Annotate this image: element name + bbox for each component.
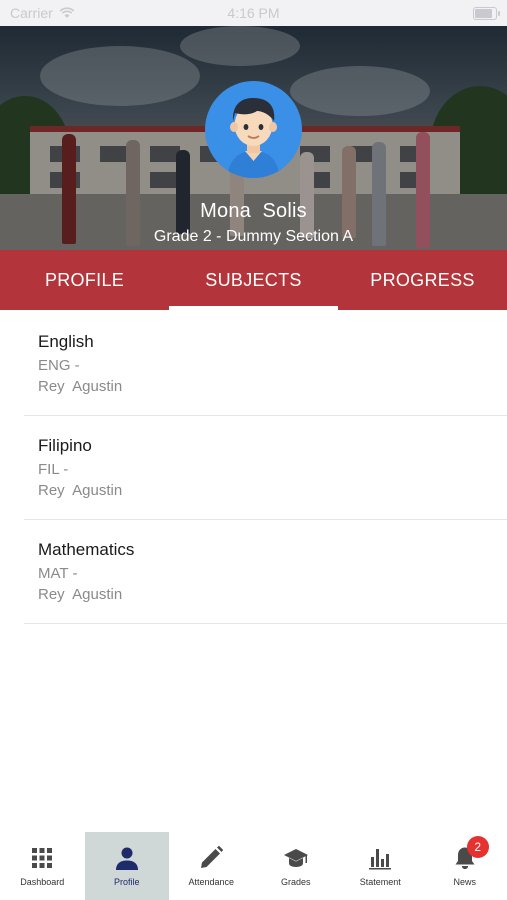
- tab-progress[interactable]: PROGRESS: [338, 250, 507, 310]
- status-bar: Carrier 4:16 PM: [0, 0, 507, 26]
- tab-subjects[interactable]: SUBJECTS: [169, 250, 338, 310]
- nav-profile[interactable]: Profile: [84, 832, 169, 900]
- nav-dashboard[interactable]: Dashboard: [0, 832, 85, 900]
- subject-list: English ENG - Rey Agustin Filipino FIL -…: [0, 312, 507, 624]
- nav-label: Grades: [280, 877, 311, 887]
- wifi-icon: [59, 7, 75, 18]
- notification-badge: 2: [466, 836, 489, 858]
- nav-label: Statement: [359, 877, 401, 887]
- subject-code: ENG -: [38, 357, 80, 374]
- nav-grades[interactable]: Grades: [254, 832, 339, 900]
- carrier-label: Carrier: [10, 5, 53, 21]
- subject-name: Filipino: [38, 436, 92, 455]
- subject-code: MAT -: [38, 565, 78, 582]
- subject-teacher: Rey Agustin: [38, 482, 123, 499]
- pencil-icon: [201, 845, 224, 868]
- subject-item-filipino[interactable]: Filipino FIL - Rey Agustin: [24, 416, 507, 520]
- grid-icon: [32, 848, 53, 868]
- nav-label: Profile: [113, 877, 140, 887]
- status-left: Carrier: [10, 5, 75, 21]
- person-icon: [115, 847, 138, 870]
- subject-teacher: Rey Agustin: [38, 586, 123, 603]
- nav-label: Attendance: [188, 877, 235, 887]
- status-time: 4:16 PM: [227, 5, 280, 21]
- avatar-boy-icon: [227, 98, 280, 178]
- avatar: [205, 81, 302, 178]
- subject-code: FIL -: [38, 461, 69, 478]
- battery-icon: [473, 6, 500, 20]
- student-name: Mona Solis: [200, 200, 307, 222]
- student-section: Grade 2 - Dummy Section A: [153, 228, 354, 245]
- nav-attendance[interactable]: Attendance: [169, 832, 254, 900]
- tab-bar: PROFILE SUBJECTS PROGRESS: [0, 250, 507, 310]
- tab-profile[interactable]: PROFILE: [0, 250, 169, 310]
- subject-item-english[interactable]: English ENG - Rey Agustin: [24, 312, 507, 416]
- subject-name: Mathematics: [38, 540, 135, 559]
- bar-chart-icon: [369, 849, 392, 870]
- nav-label: Dashboard: [20, 877, 65, 887]
- profile-header: Mona Solis Grade 2 - Dummy Section A: [0, 26, 507, 250]
- nav-news[interactable]: 2 News: [423, 832, 507, 900]
- graduation-cap-icon: [283, 849, 308, 867]
- nav-label: News: [453, 877, 476, 887]
- subject-item-mathematics[interactable]: Mathematics MAT - Rey Agustin: [24, 520, 507, 624]
- nav-statement[interactable]: Statement: [338, 832, 423, 900]
- subject-name: English: [38, 332, 94, 351]
- subject-teacher: Rey Agustin: [38, 378, 123, 395]
- bottom-nav: Dashboard Profile Attendance Grades Stat…: [0, 832, 507, 900]
